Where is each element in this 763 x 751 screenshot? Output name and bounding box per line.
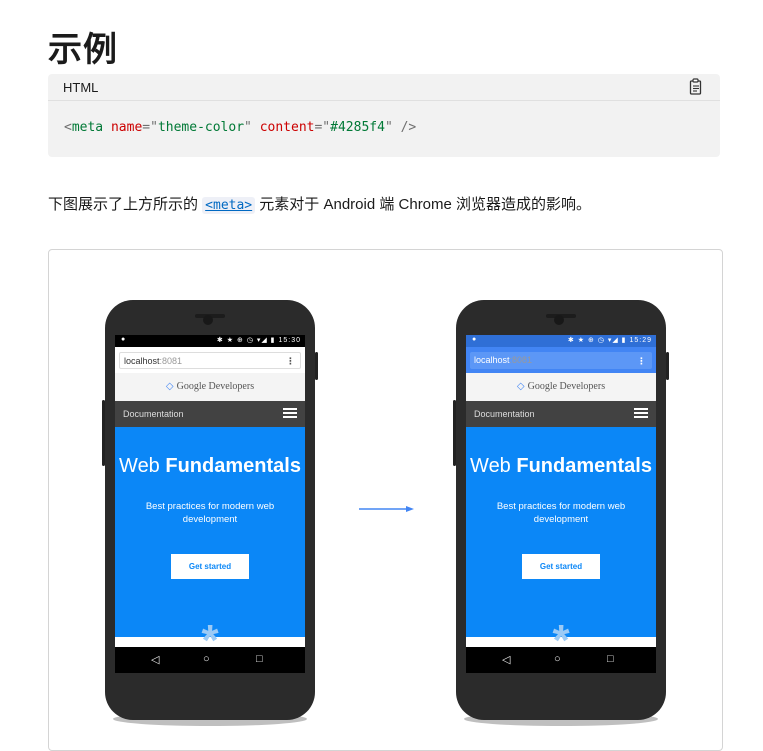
recents-icon[interactable]: □ xyxy=(256,653,263,665)
get-started-button[interactable]: Get started xyxy=(521,554,601,579)
back-icon[interactable]: ◁ xyxy=(151,653,159,666)
meta-element-link[interactable]: <meta> xyxy=(202,197,256,214)
brand-text: Google Developers xyxy=(176,381,255,392)
theme-color-figure: ● ✱ ★ ⊕ ◷ ▾◢ ▮ 15:30 localhost:8081 ⋮ ◇ G… xyxy=(48,249,723,751)
copy-icon[interactable] xyxy=(688,78,704,96)
code-header: HTML xyxy=(48,74,720,101)
home-icon[interactable]: ○ xyxy=(554,653,561,665)
code-token: " /> xyxy=(384,120,417,135)
phone-after: ● ✱ ★ ⊕ ◷ ▾◢ ▮ 15:29 localhost:8081 ⋮ ◇ G… xyxy=(453,300,669,726)
phone-side-button xyxy=(453,400,456,466)
phone-body: ● ✱ ★ ⊕ ◷ ▾◢ ▮ 15:29 localhost:8081 ⋮ ◇ G… xyxy=(453,300,669,720)
google-developers-logo-icon: ◇ xyxy=(165,381,174,392)
status-icons: ✱ ★ ⊕ ◷ ▾◢ ▮ xyxy=(216,337,276,344)
hero-title-light: Web xyxy=(470,455,517,477)
notification-icon: ● xyxy=(472,336,477,343)
recents-icon[interactable]: □ xyxy=(607,653,614,665)
status-indicators: ✱ ★ ⊕ ◷ ▾◢ ▮ 15:29 xyxy=(568,336,652,344)
phone-before: ● ✱ ★ ⊕ ◷ ▾◢ ▮ 15:30 localhost:8081 ⋮ ◇ G… xyxy=(102,300,318,726)
site-nav-bar: Documentation xyxy=(466,401,656,427)
url-field[interactable]: localhost:8081 xyxy=(119,352,301,369)
hero-title: Web Fundamentals xyxy=(115,455,305,478)
hero-subtitle: Best practices for modern web developmen… xyxy=(496,501,626,525)
url-field[interactable]: localhost:8081 xyxy=(470,352,652,369)
hero-title: Web Fundamentals xyxy=(466,455,656,478)
code-attr-name: content xyxy=(259,120,315,135)
camera-icon xyxy=(554,315,564,325)
page-title: 示例 xyxy=(48,31,118,69)
code-token: " xyxy=(244,120,260,135)
documentation-link[interactable]: Documentation xyxy=(123,409,184,419)
arrow-right-icon xyxy=(359,506,414,512)
hero-title-bold: Fundamentals xyxy=(165,455,301,477)
browser-toolbar: localhost:8081 ⋮ xyxy=(115,347,305,373)
status-time: 15:29 xyxy=(629,337,652,344)
code-attr-name: name xyxy=(110,120,143,135)
status-time: 15:30 xyxy=(278,337,301,344)
code-token: =" xyxy=(142,120,158,135)
url-port: :8081 xyxy=(159,356,183,366)
site-nav-bar: Documentation xyxy=(115,401,305,427)
android-nav-bar: ◁ ○ □ xyxy=(466,647,656,673)
phone-power-button xyxy=(666,352,669,380)
description-text: 下图展示了上方所示的 xyxy=(48,196,203,213)
code-tag: meta xyxy=(71,120,104,135)
google-developers-logo-icon: ◇ xyxy=(516,381,525,392)
code-line: <meta name="theme-color" content="#4285f… xyxy=(64,120,416,135)
hero-title-light: Web xyxy=(119,455,166,477)
camera-icon xyxy=(203,315,213,325)
notification-icon: ● xyxy=(121,336,126,343)
code-attr-value: #4285f4 xyxy=(330,120,385,135)
phone-screen: ● ✱ ★ ⊕ ◷ ▾◢ ▮ 15:29 localhost:8081 ⋮ ◇ G… xyxy=(466,335,656,673)
code-language-label: HTML xyxy=(63,80,99,95)
hero-subtitle: Best practices for modern web developmen… xyxy=(145,501,275,525)
url-host: localhost xyxy=(124,356,160,366)
brand-text: Google Developers xyxy=(527,381,606,392)
url-port: :8081 xyxy=(509,355,533,365)
phone-screen: ● ✱ ★ ⊕ ◷ ▾◢ ▮ 15:30 localhost:8081 ⋮ ◇ G… xyxy=(115,335,305,673)
status-bar: ● ✱ ★ ⊕ ◷ ▾◢ ▮ 15:29 xyxy=(466,335,656,347)
overflow-menu-icon[interactable]: ⋮ xyxy=(286,356,295,367)
home-icon[interactable]: ○ xyxy=(203,653,210,665)
hero-section: Web Fundamentals Best practices for mode… xyxy=(466,427,656,637)
browser-toolbar: localhost:8081 ⋮ xyxy=(466,347,656,373)
code-attr-value: theme-color xyxy=(157,120,245,135)
brand-bar: ◇ Google Developers xyxy=(466,373,656,401)
phone-power-button xyxy=(315,352,318,380)
android-nav-bar: ◁ ○ □ xyxy=(115,647,305,673)
code-token: =" xyxy=(314,120,331,135)
hamburger-menu-icon[interactable] xyxy=(283,408,297,418)
url-host: localhost xyxy=(474,355,510,365)
hamburger-menu-icon[interactable] xyxy=(634,408,648,418)
code-example: HTML <meta name="theme-color" content="#… xyxy=(48,74,720,157)
hero-section: Web Fundamentals Best practices for mode… xyxy=(115,427,305,637)
description-text: 元素对于 Android 端 Chrome 浏览器造成的影响。 xyxy=(255,196,592,213)
phone-body: ● ✱ ★ ⊕ ◷ ▾◢ ▮ 15:30 localhost:8081 ⋮ ◇ G… xyxy=(102,300,318,720)
brand-bar: ◇ Google Developers xyxy=(115,373,305,401)
overflow-menu-icon[interactable]: ⋮ xyxy=(637,356,646,367)
documentation-link[interactable]: Documentation xyxy=(474,409,535,419)
get-started-button[interactable]: Get started xyxy=(170,554,250,579)
status-bar: ● ✱ ★ ⊕ ◷ ▾◢ ▮ 15:30 xyxy=(115,335,305,347)
description-paragraph: 下图展示了上方所示的 <meta> 元素对于 Android 端 Chrome … xyxy=(48,193,591,214)
status-icons: ✱ ★ ⊕ ◷ ▾◢ ▮ xyxy=(567,337,627,344)
phone-side-button xyxy=(102,400,105,466)
back-icon[interactable]: ◁ xyxy=(502,653,510,666)
status-indicators: ✱ ★ ⊕ ◷ ▾◢ ▮ 15:30 xyxy=(217,336,301,344)
code-token: < xyxy=(64,120,72,135)
hero-title-bold: Fundamentals xyxy=(516,455,652,477)
